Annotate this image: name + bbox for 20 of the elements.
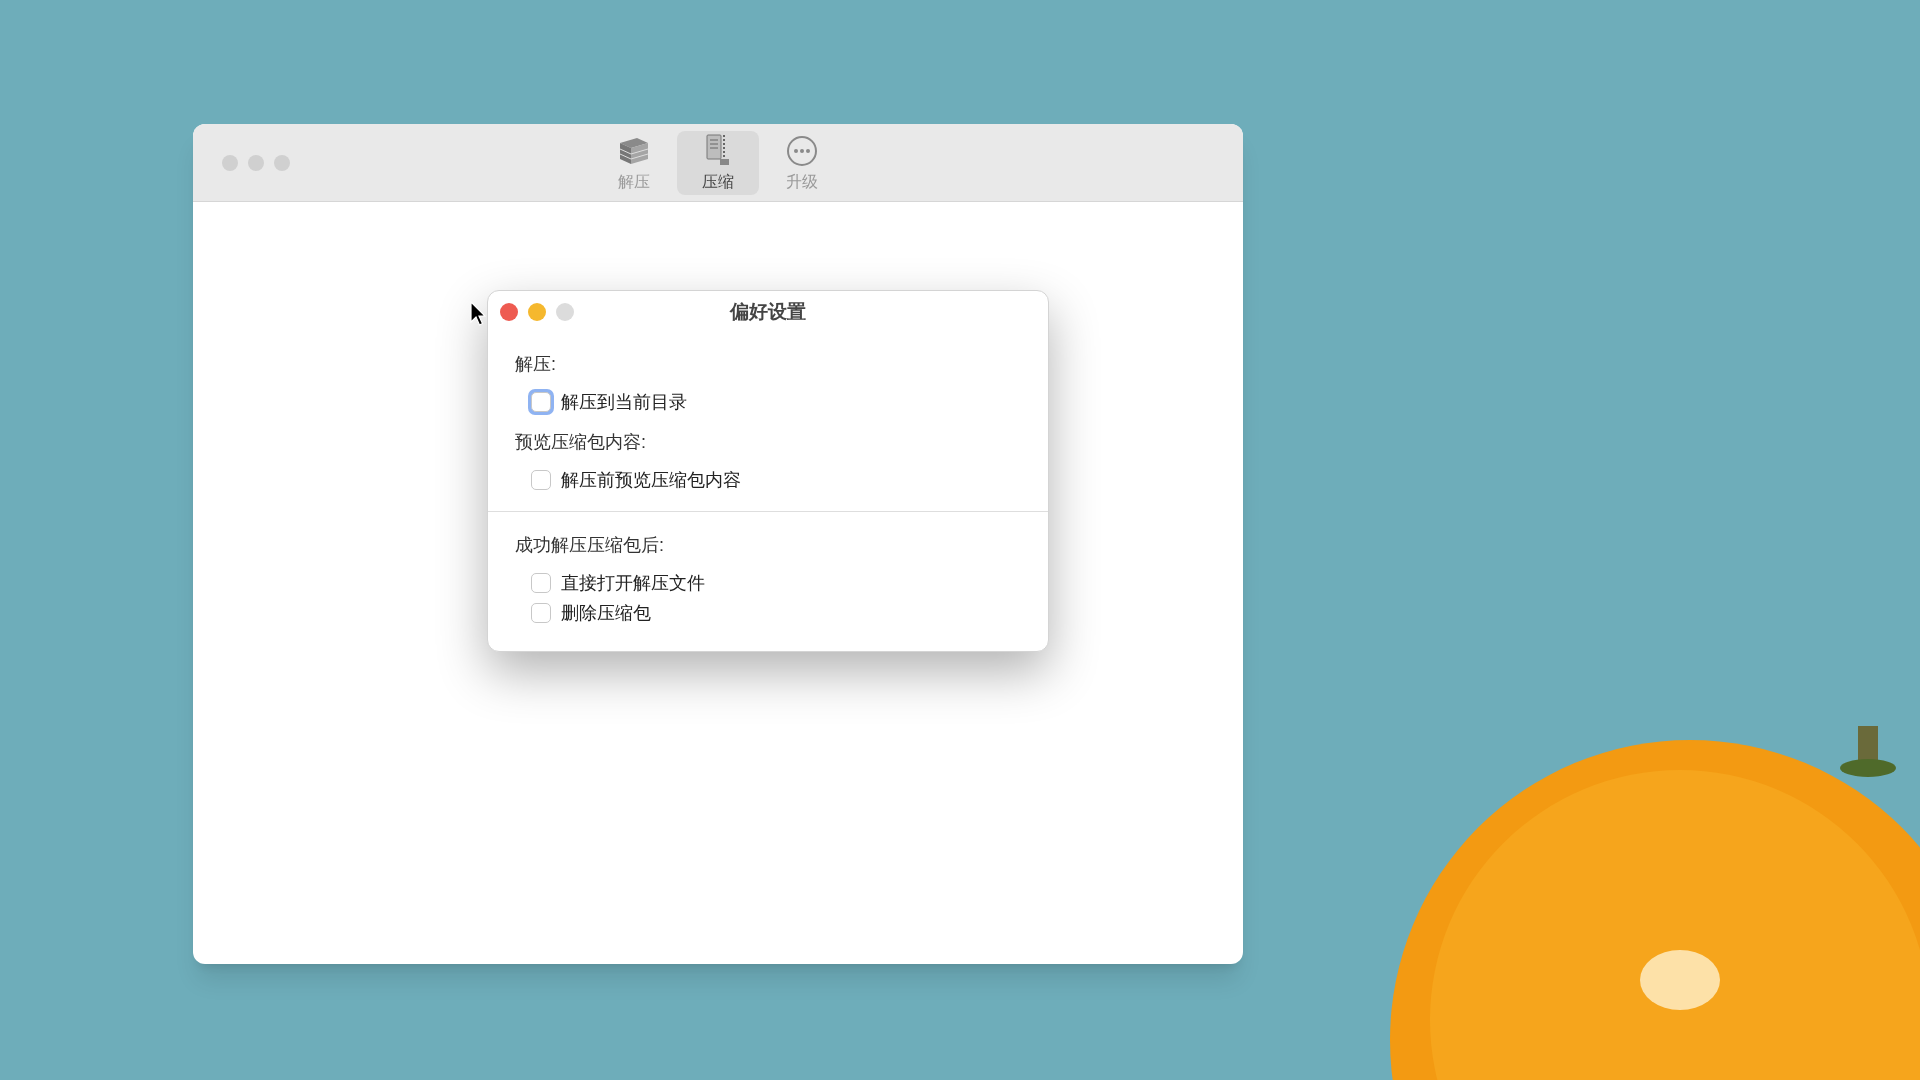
- minimize-button[interactable]: [248, 154, 264, 171]
- dialog-title: 偏好设置: [730, 299, 806, 324]
- checkbox-label: 删除压缩包: [561, 601, 651, 625]
- section-label: 解压:: [515, 353, 557, 376]
- zoom-button[interactable]: [274, 154, 290, 171]
- checkbox-label: 直接打开解压文件: [561, 571, 705, 595]
- more-circle-icon: [786, 134, 818, 167]
- checkbox[interactable]: [531, 470, 551, 490]
- section-label: 预览压缩包内容:: [515, 431, 647, 454]
- close-button[interactable]: [500, 303, 518, 321]
- checkbox[interactable]: [531, 573, 551, 593]
- toolbar-tab[interactable]: 压缩: [677, 131, 759, 195]
- section-label: 成功解压压缩包后:: [515, 534, 665, 557]
- checkbox[interactable]: [531, 603, 551, 623]
- checkbox-label: 解压到当前目录: [561, 390, 687, 414]
- minimize-button[interactable]: [528, 303, 546, 321]
- toolbar-tab[interactable]: 解压: [593, 131, 675, 195]
- checkbox-label: 解压前预览压缩包内容: [561, 468, 741, 492]
- toolbar-tab[interactable]: 升级: [761, 131, 843, 195]
- zoom-button[interactable]: [556, 303, 574, 321]
